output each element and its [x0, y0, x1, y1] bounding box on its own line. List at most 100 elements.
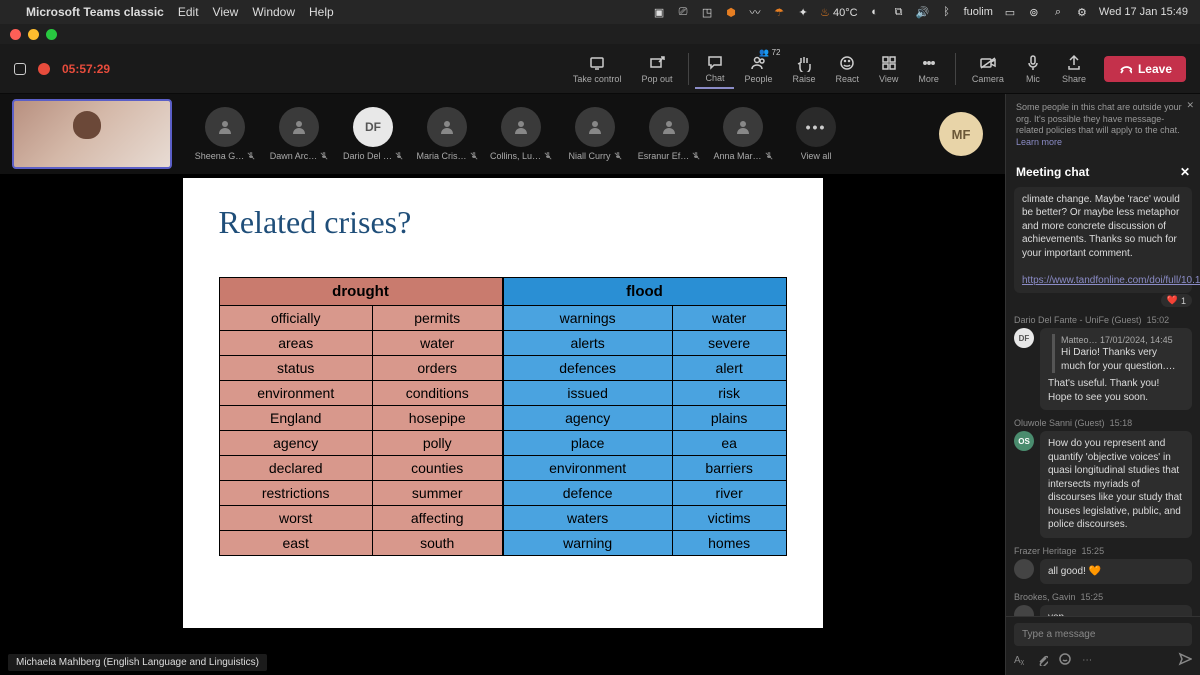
status-icon-3[interactable]: ◳	[700, 5, 714, 19]
datetime[interactable]: Wed 17 Jan 15:49	[1099, 6, 1188, 18]
macos-menubar: Microsoft Teams classic Edit View Window…	[0, 0, 1200, 24]
table-row: issuedrisk	[503, 381, 786, 406]
self-view[interactable]: MF	[939, 112, 983, 156]
chat-panel: Some people in this chat are outside you…	[1005, 94, 1200, 675]
status-icon-7[interactable]: ✦	[796, 5, 810, 19]
participant-name: Esranur Ef…	[638, 151, 701, 161]
app-name[interactable]: Microsoft Teams classic	[26, 5, 164, 19]
menu-help[interactable]: Help	[309, 5, 334, 19]
mic-button[interactable]: Mic	[1014, 50, 1052, 88]
send-button[interactable]	[1178, 652, 1192, 669]
raise-hand-button[interactable]: Raise	[783, 50, 826, 88]
leave-button[interactable]: Leave	[1104, 56, 1186, 82]
battery-icon[interactable]: ▭	[1003, 5, 1017, 19]
popout-button[interactable]: Pop out	[631, 50, 682, 88]
participant-avatar	[649, 107, 689, 147]
camera-button[interactable]: Camera	[962, 50, 1014, 88]
control-center-icon[interactable]: ⚙	[1075, 5, 1089, 19]
volume-icon[interactable]: 🔊	[916, 5, 930, 19]
separator	[955, 53, 956, 85]
table-row: environmentconditions	[219, 381, 502, 406]
participant-avatar	[575, 107, 615, 147]
shared-content-area: Related crises? drought officiallypermit…	[0, 174, 1005, 675]
table-row: defencesalert	[503, 356, 786, 381]
menu-view[interactable]: View	[213, 5, 239, 19]
muted-icon	[470, 152, 478, 160]
status-icon-4[interactable]: ⬢	[724, 5, 738, 19]
muted-icon	[692, 152, 700, 160]
message-reaction[interactable]: ❤️ 1	[1161, 294, 1192, 307]
temp-indicator[interactable]: ♨ 40°C	[820, 6, 858, 19]
camera-icon	[979, 54, 997, 72]
mic-icon	[1024, 54, 1042, 72]
teams-window: 05:57:29 Take control Pop out Chat 👥 72 …	[0, 24, 1200, 675]
muted-icon	[614, 152, 622, 160]
search-icon[interactable]: ⌕	[1051, 5, 1065, 19]
view-all-button[interactable]: ••• View all	[796, 107, 836, 161]
table-row: warninghomes	[503, 531, 786, 556]
table-row: worstaffecting	[219, 506, 502, 531]
screen-mirror-icon[interactable]: ⧉	[892, 5, 906, 19]
participant-tile[interactable]: Niall Curry	[562, 107, 628, 161]
bluetooth-icon[interactable]: ᛒ	[940, 5, 954, 19]
participant-avatar	[723, 107, 763, 147]
close-notice-button[interactable]: ✕	[1186, 100, 1194, 112]
status-icon-1[interactable]: ▣	[652, 5, 666, 19]
active-speaker-video[interactable]	[12, 99, 172, 169]
people-count-badge: 👥 72	[759, 48, 780, 57]
chat-message: climate change. Maybe 'race' would be be…	[1014, 187, 1192, 308]
do-not-disturb-icon[interactable]: ◐	[868, 5, 882, 19]
more-input-button[interactable]: ⋯	[1082, 655, 1092, 666]
menu-edit[interactable]: Edit	[178, 5, 199, 19]
table-row: placeea	[503, 431, 786, 456]
people-button[interactable]: 👥 72 People	[734, 50, 782, 88]
format-button[interactable]: Aᵪ	[1014, 655, 1024, 666]
participant-tile[interactable]: Anna Mar…	[710, 107, 776, 161]
window-minimize-button[interactable]	[28, 29, 39, 40]
react-icon	[838, 54, 856, 72]
chat-message-list[interactable]: climate change. Maybe 'race' would be be…	[1006, 187, 1200, 616]
participant-name: Sheena G…	[195, 151, 256, 161]
attach-button[interactable]	[1034, 652, 1048, 669]
table-row: agencypolly	[219, 431, 502, 456]
close-chat-button[interactable]: ✕	[1180, 165, 1190, 179]
window-maximize-button[interactable]	[46, 29, 57, 40]
react-button[interactable]: React	[826, 50, 870, 88]
participant-tile[interactable]: Dawn Arc…	[266, 107, 332, 161]
table-row: watersvictims	[503, 506, 786, 531]
window-close-button[interactable]	[10, 29, 21, 40]
participant-name: Niall Curry	[568, 151, 621, 161]
status-icon-6[interactable]: ☂	[772, 5, 786, 19]
status-icon-2[interactable]: ⎚	[676, 5, 690, 19]
learn-more-link[interactable]: Learn more	[1016, 137, 1062, 147]
chat-icon	[706, 53, 724, 71]
avatar-icon	[1014, 559, 1034, 579]
participant-avatar	[427, 107, 467, 147]
shield-icon	[14, 63, 26, 75]
participant-name: Maria Cris…	[416, 151, 477, 161]
take-control-button[interactable]: Take control	[563, 50, 632, 88]
participant-tile[interactable]: DFDario Del …	[340, 107, 406, 161]
menu-window[interactable]: Window	[252, 5, 295, 19]
muted-icon	[765, 152, 773, 160]
chat-message: Dario Del Fante - UniFe (Guest) 15:02 DF…	[1014, 315, 1192, 410]
emoji-button[interactable]	[1058, 652, 1072, 669]
chat-button[interactable]: Chat	[695, 49, 734, 89]
participant-tile[interactable]: Maria Cris…	[414, 107, 480, 161]
chat-link[interactable]: https://www.tandfonline.com/doi/full/10.…	[1022, 275, 1200, 286]
view-button[interactable]: View	[869, 50, 908, 88]
participant-avatar: DF	[353, 107, 393, 147]
participant-tile[interactable]: Sheena G…	[192, 107, 258, 161]
reply-reference: Matteo… 17/01/2024, 14:45 Hi Dario! Than…	[1052, 334, 1184, 373]
chat-header: Meeting chat ✕	[1006, 157, 1200, 187]
participant-tile[interactable]: Esranur Ef…	[636, 107, 702, 161]
status-icon-5[interactable]: 〰	[748, 5, 762, 19]
message-input[interactable]: Type a message	[1014, 623, 1192, 646]
table-row: officiallypermits	[219, 306, 502, 331]
share-button[interactable]: Share	[1052, 50, 1096, 88]
participant-tile[interactable]: Collins, Lu…	[488, 107, 554, 161]
muted-icon	[544, 152, 552, 160]
wifi-icon[interactable]: ⊚	[1027, 5, 1041, 19]
user-name[interactable]: fuolim	[964, 6, 993, 18]
more-button[interactable]: More	[908, 50, 949, 88]
